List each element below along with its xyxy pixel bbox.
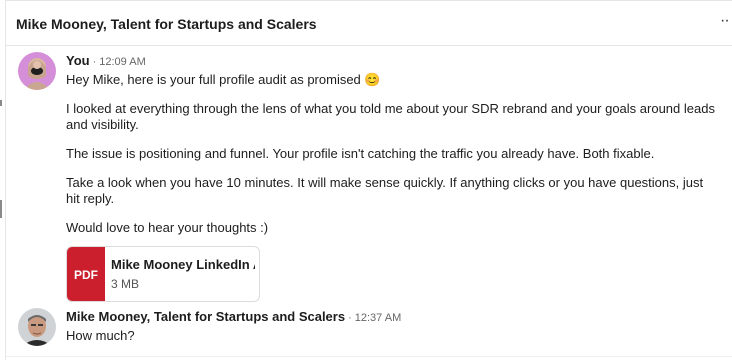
conversation-header: Mike Mooney, Talent for Startups and Sca… bbox=[6, 0, 732, 46]
timestamp: 12:37 AM bbox=[354, 312, 402, 324]
message-text: Would love to hear your thoughts :) bbox=[66, 220, 269, 235]
avatar[interactable] bbox=[18, 52, 56, 90]
sender-name[interactable]: You bbox=[66, 53, 90, 68]
message-text: How much? bbox=[66, 328, 135, 343]
message-text: Take a look when you have 10 minutes. It… bbox=[66, 175, 704, 206]
rail-scroll-handle[interactable] bbox=[0, 200, 2, 218]
left-rail bbox=[0, 0, 6, 360]
meta-separator: · bbox=[92, 56, 97, 68]
avatar[interactable] bbox=[18, 308, 56, 346]
timestamp: 12:09 AM bbox=[99, 56, 146, 68]
message-meta: Mike Mooney, Talent for Startups and Sca… bbox=[66, 308, 716, 326]
message-text: I looked at everything through the lens … bbox=[66, 101, 715, 132]
attachment-name: Mike Mooney LinkedIn A... bbox=[111, 257, 255, 272]
pdf-attachment[interactable]: PDF Mike Mooney LinkedIn A... 3 MB bbox=[66, 246, 260, 302]
message-text: Hey Mike, here is your full profile audi… bbox=[66, 72, 381, 87]
rail-marker bbox=[0, 100, 2, 106]
divider bbox=[6, 356, 732, 357]
message-body: Mike Mooney, Talent for Startups and Sca… bbox=[66, 308, 716, 344]
sender-name[interactable]: Mike Mooney, Talent for Startups and Sca… bbox=[66, 309, 345, 324]
user-avatar-photo bbox=[18, 52, 56, 90]
message-body: You · 12:09 AM Hey Mike, here is your full… bbox=[66, 52, 716, 302]
pdf-icon: PDF bbox=[67, 247, 105, 301]
conversation-title[interactable]: Mike Mooney, Talent for Startups and Sca… bbox=[16, 16, 317, 32]
more-horizontal-icon[interactable]: ·· bbox=[720, 11, 732, 31]
message-meta: You · 12:09 AM bbox=[66, 52, 716, 70]
meta-separator: · bbox=[348, 312, 352, 324]
message-text: The issue is positioning and funnel. You… bbox=[66, 146, 655, 161]
attachment-size: 3 MB bbox=[111, 277, 140, 291]
contact-avatar-photo bbox=[18, 308, 56, 346]
